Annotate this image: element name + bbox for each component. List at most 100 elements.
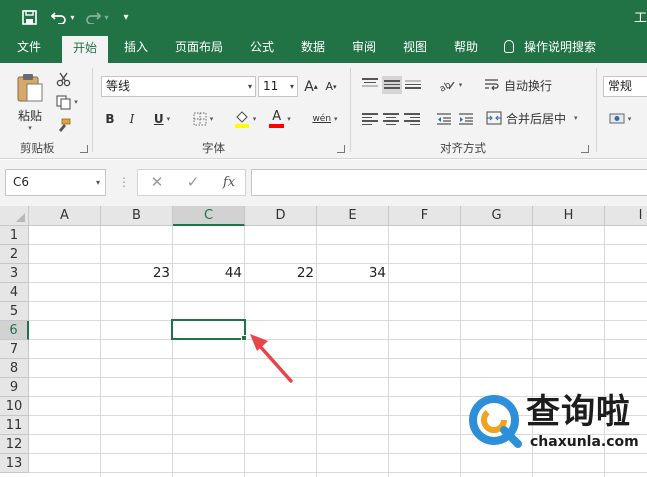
column-header-d[interactable]: D (245, 206, 317, 226)
phonetic-guide-button[interactable]: wén ▾ (308, 107, 342, 131)
confirm-entry-button[interactable]: ✓ (181, 170, 205, 195)
cell-b3[interactable]: 23 (101, 264, 173, 283)
select-all-button[interactable] (0, 206, 29, 226)
decrease-font-button[interactable]: A ▾ (322, 76, 340, 97)
undo-button[interactable]: ▾ (50, 6, 76, 28)
column-header-f[interactable]: F (389, 206, 461, 226)
tab-insert[interactable]: 插入 (113, 34, 159, 63)
indent-icon (459, 113, 473, 125)
align-top-button[interactable] (362, 76, 378, 90)
wrap-text-label: 自动换行 (504, 78, 553, 93)
borders-button[interactable]: ▾ (188, 108, 218, 130)
row-header-9[interactable]: 9 (0, 378, 29, 397)
cell-e3[interactable]: 34 (317, 264, 389, 283)
tab-view[interactable]: 视图 (393, 34, 437, 63)
number-format-combo[interactable]: 常规 (603, 76, 647, 97)
wrap-text-button[interactable]: 自动换行 (484, 75, 560, 95)
tab-home[interactable]: 开始 (62, 36, 108, 63)
fill-color-button[interactable]: ▾ (230, 107, 260, 131)
row-header-11[interactable]: 11 (0, 416, 29, 435)
annotation-arrow-icon (250, 334, 293, 383)
tell-me-search[interactable]: 操作说明搜索 (504, 34, 596, 63)
font-color-button[interactable]: A ▾ (264, 107, 296, 131)
formula-input[interactable] (251, 169, 647, 196)
font-launcher-icon[interactable] (337, 145, 345, 153)
tab-help[interactable]: 帮助 (444, 34, 488, 63)
row-header-2[interactable]: 2 (0, 245, 29, 264)
redo-button[interactable]: ▾ (84, 6, 110, 28)
cancel-entry-button[interactable]: ✕ (145, 170, 169, 195)
align-left-button[interactable] (362, 111, 378, 125)
row-header-12[interactable]: 12 (0, 435, 29, 454)
column-header-e[interactable]: E (317, 206, 389, 226)
tab-data[interactable]: 数据 (291, 34, 335, 63)
gridline (29, 377, 647, 378)
align-middle-button[interactable] (382, 76, 402, 94)
tab-file[interactable]: 文件 (6, 34, 52, 63)
gridline (29, 358, 647, 359)
gridline (29, 244, 647, 245)
merge-center-button[interactable]: 合并后居中 ▾ (486, 107, 588, 129)
font-size-value: 11 (263, 79, 279, 93)
ribbon-separator (350, 68, 351, 152)
row-header-1[interactable]: 1 (0, 226, 29, 245)
copy-button[interactable]: ▾ (52, 92, 82, 112)
italic-button[interactable]: I (123, 108, 141, 130)
row-header-8[interactable]: 8 (0, 359, 29, 378)
redo-icon (86, 12, 102, 24)
currency-icon (609, 113, 625, 124)
column-header-c[interactable]: C (173, 206, 245, 226)
align-right-button[interactable] (404, 111, 420, 125)
alignment-launcher-icon[interactable] (581, 145, 589, 153)
tab-formulas[interactable]: 公式 (240, 34, 284, 63)
column-header-a[interactable]: A (29, 206, 101, 226)
scissors-icon (56, 72, 70, 86)
cut-button[interactable] (52, 69, 74, 89)
decrease-indent-button[interactable] (434, 109, 454, 129)
active-cell-c6[interactable] (171, 319, 246, 340)
increase-font-button[interactable]: A ▴ (302, 76, 320, 97)
tab-page-layout[interactable]: 页面布局 (166, 34, 232, 63)
save-button[interactable] (18, 6, 40, 28)
paste-button[interactable]: 粘贴 ▾ (10, 69, 50, 135)
copy-icon (56, 94, 71, 110)
row-header-13[interactable]: 13 (0, 454, 29, 473)
row-header-5[interactable]: 5 (0, 302, 29, 321)
tab-review[interactable]: 审阅 (342, 34, 386, 63)
orientation-button[interactable]: ab ▾ (434, 75, 466, 95)
format-painter-button[interactable] (52, 115, 74, 135)
row-header-10[interactable]: 10 (0, 397, 29, 416)
shrink-font-icon: A (325, 80, 333, 93)
ribbon-tabs: 文件 开始 插入 页面布局 公式 数据 审阅 视图 帮助 操作说明搜索 (0, 34, 647, 63)
cell-d3[interactable]: 22 (245, 264, 317, 283)
align-bottom-button[interactable] (405, 78, 421, 92)
row-header-7[interactable]: 7 (0, 340, 29, 359)
align-center-button[interactable] (383, 111, 399, 125)
formula-bar-splitter[interactable]: ⋮ (118, 173, 130, 191)
font-name-value: 等线 (106, 79, 131, 93)
borders-icon (193, 112, 207, 126)
column-header-i[interactable]: I (605, 206, 647, 226)
column-header-b[interactable]: B (101, 206, 173, 226)
font-name-combo[interactable]: 等线 ▾ (101, 76, 256, 97)
watermark-text: 查询啦 (526, 392, 631, 432)
customize-toolbar-button[interactable]: ▾ (118, 6, 134, 28)
clipboard-launcher-icon[interactable] (80, 145, 88, 153)
underline-button[interactable]: U ▾ (146, 108, 178, 130)
title-bar: ▾ ▾ ▾ 工 (0, 0, 647, 34)
column-header-h[interactable]: H (533, 206, 605, 226)
name-box[interactable]: C6 ▾ (5, 169, 106, 196)
row-header-3[interactable]: 3 (0, 264, 29, 283)
bold-button[interactable]: B (101, 108, 119, 130)
row-header-4[interactable]: 4 (0, 283, 29, 302)
merge-cells-icon (486, 111, 502, 125)
orientation-icon: ab (438, 80, 455, 92)
insert-function-button[interactable]: fx (217, 170, 241, 195)
accounting-format-button[interactable]: ▾ (605, 109, 635, 129)
increase-indent-button[interactable] (456, 109, 476, 129)
row-header-6[interactable]: 6 (0, 321, 29, 340)
ribbon: 粘贴 ▾ ▾ 剪贴板 等线 ▾ 11 ▾ A ▴ A ▾ B I U ▾ ▾ ▾… (0, 63, 647, 159)
cell-c3[interactable]: 44 (173, 264, 245, 283)
column-header-g[interactable]: G (461, 206, 533, 226)
font-size-combo[interactable]: 11 ▾ (258, 76, 298, 97)
